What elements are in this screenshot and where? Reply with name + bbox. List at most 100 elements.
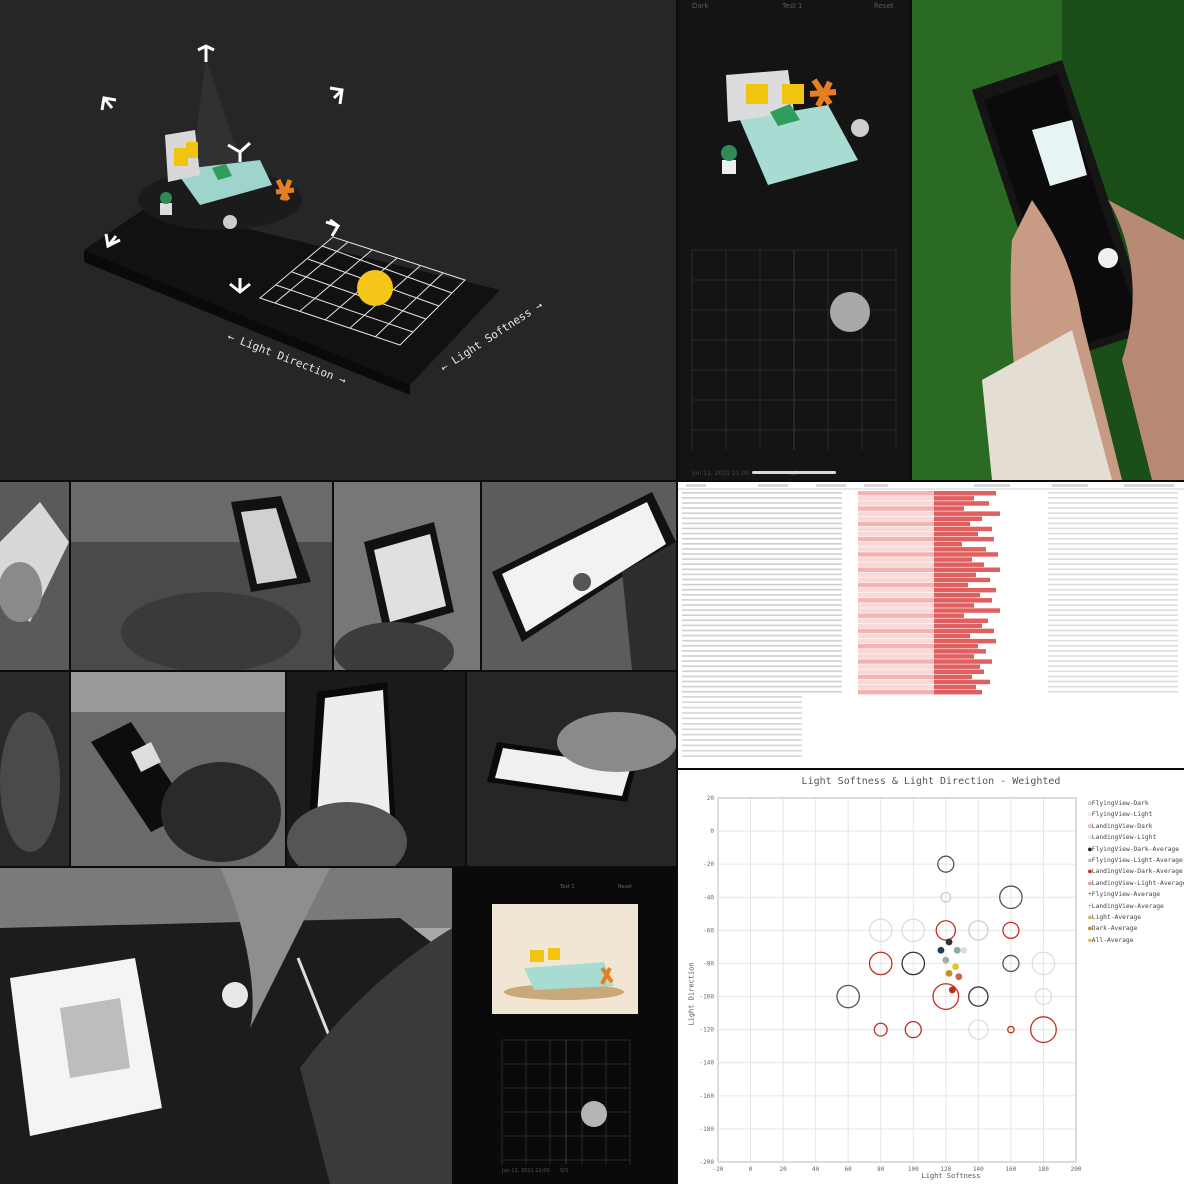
average-point bbox=[953, 946, 961, 954]
table-row bbox=[682, 512, 842, 514]
summary-row bbox=[682, 712, 802, 714]
reset-button[interactable]: Reset bbox=[618, 884, 632, 890]
summary-row bbox=[682, 733, 802, 736]
table-row bbox=[682, 532, 842, 535]
legend-entry: ●Light-Average bbox=[1088, 912, 1184, 923]
summary-row bbox=[682, 717, 802, 720]
table-row bbox=[682, 690, 842, 693]
legend-entry: ●All-Average bbox=[1088, 935, 1184, 946]
average-point bbox=[952, 963, 959, 971]
average-point bbox=[945, 938, 953, 946]
legend-label: Light-Average bbox=[1091, 914, 1142, 922]
y-tick-label: 20 bbox=[707, 795, 715, 802]
y-tick-label: -100 bbox=[700, 994, 715, 1001]
table-row bbox=[682, 614, 842, 616]
ipad-screen: Test 1 Reset Jun 11, 2021 21:00 0/3 bbox=[454, 868, 676, 1184]
table-row bbox=[682, 553, 842, 555]
y-tick-label: -180 bbox=[700, 1126, 715, 1133]
legend-label: FlyingView-Light bbox=[1091, 811, 1153, 819]
table-row bbox=[682, 629, 842, 632]
legend-label: LandingView-Light-Average bbox=[1091, 879, 1184, 887]
photo-tablet-test bbox=[0, 868, 452, 1184]
table-row bbox=[682, 537, 842, 540]
table-row bbox=[682, 594, 842, 596]
light-handle[interactable] bbox=[830, 292, 870, 332]
data-table-image bbox=[678, 482, 1184, 768]
x-axis-label: Light Softness bbox=[921, 1172, 981, 1180]
table-row bbox=[682, 548, 842, 550]
table-row bbox=[682, 543, 842, 545]
table-row bbox=[682, 609, 842, 611]
legend-entry: ●Dark-Average bbox=[1088, 923, 1184, 934]
photo-hand-phone-green bbox=[912, 0, 1184, 480]
photo-user-4 bbox=[482, 482, 676, 670]
table-row bbox=[682, 599, 842, 601]
average-point bbox=[960, 946, 968, 954]
y-tick-label: -20 bbox=[703, 861, 714, 868]
photo-user-6 bbox=[71, 672, 285, 866]
table-row bbox=[682, 517, 842, 520]
hero-illustration: ← Light Direction → ← Light Softness → bbox=[0, 0, 676, 480]
summary-row bbox=[682, 728, 802, 730]
plant-icon bbox=[722, 160, 736, 174]
legend-entry: +LandingView-Average bbox=[1088, 901, 1184, 912]
home-indicator bbox=[752, 471, 836, 474]
table-row bbox=[682, 502, 842, 504]
legend-label: LandingView-Light bbox=[1091, 834, 1157, 842]
light-handle[interactable] bbox=[581, 1101, 607, 1127]
table-row bbox=[682, 588, 842, 591]
legend-entry: oLandingView-Dark bbox=[1088, 821, 1184, 832]
dark-button[interactable]: Dark bbox=[692, 2, 709, 10]
summary-row bbox=[682, 744, 802, 747]
summary-row bbox=[682, 696, 802, 698]
table-row bbox=[682, 573, 842, 576]
phone-scene bbox=[691, 70, 897, 450]
isometric-scene bbox=[84, 44, 500, 395]
y-tick-label: -40 bbox=[703, 894, 714, 901]
photo-user-8 bbox=[467, 672, 676, 866]
weighted-scatter-chart: Light Softness & Light Direction - Weigh… bbox=[678, 770, 1184, 1184]
y-axis-label: Light Direction bbox=[687, 962, 696, 1026]
table-row bbox=[682, 568, 842, 571]
table-row bbox=[682, 563, 842, 565]
light-handle[interactable] bbox=[222, 982, 248, 1008]
table-row bbox=[682, 507, 842, 509]
legend-label: All-Average bbox=[1091, 936, 1134, 944]
table-row bbox=[682, 558, 842, 560]
legend-entry: oFlyingView-Light bbox=[1088, 809, 1184, 820]
photo-user-3 bbox=[334, 482, 480, 670]
light-position-handle[interactable] bbox=[357, 270, 393, 306]
average-point bbox=[945, 969, 953, 977]
legend-label: FlyingView-Light-Average bbox=[1091, 857, 1183, 865]
plot-area bbox=[717, 797, 1077, 1163]
table-row bbox=[682, 665, 842, 667]
photo-user-1 bbox=[0, 482, 69, 670]
phone-grid bbox=[691, 249, 897, 450]
legend-entry: oLandingView-Light bbox=[1088, 832, 1184, 843]
ipad-grid bbox=[501, 1039, 631, 1164]
table-row bbox=[682, 604, 842, 606]
test-title: Test 1 bbox=[560, 884, 575, 890]
table-row bbox=[682, 624, 842, 627]
timestamp: Jun 11, 2021 21:00 bbox=[692, 470, 750, 477]
table-row bbox=[682, 634, 842, 637]
photo-user-7 bbox=[287, 672, 465, 866]
reset-button[interactable]: Reset bbox=[874, 2, 894, 10]
y-tick-label: 0 bbox=[710, 828, 714, 835]
table-row bbox=[682, 578, 842, 581]
chart-title: Light Softness & Light Direction - Weigh… bbox=[801, 776, 1061, 787]
legend-label: LandingView-Dark bbox=[1091, 822, 1153, 830]
table-row bbox=[682, 655, 842, 657]
table-row bbox=[682, 675, 842, 678]
legend-entry: +FlyingView-Average bbox=[1088, 889, 1184, 900]
photo-user-5 bbox=[0, 672, 69, 866]
summary-row bbox=[682, 750, 802, 752]
data-table bbox=[678, 482, 1184, 768]
average-point bbox=[948, 986, 956, 994]
photo-user-2 bbox=[71, 482, 332, 670]
table-row bbox=[682, 680, 842, 683]
average-point bbox=[942, 956, 950, 964]
table-row bbox=[682, 619, 842, 622]
y-tick-label: -140 bbox=[700, 1060, 715, 1067]
legend-entry: ●FlyingView-Dark-Average bbox=[1088, 844, 1184, 855]
